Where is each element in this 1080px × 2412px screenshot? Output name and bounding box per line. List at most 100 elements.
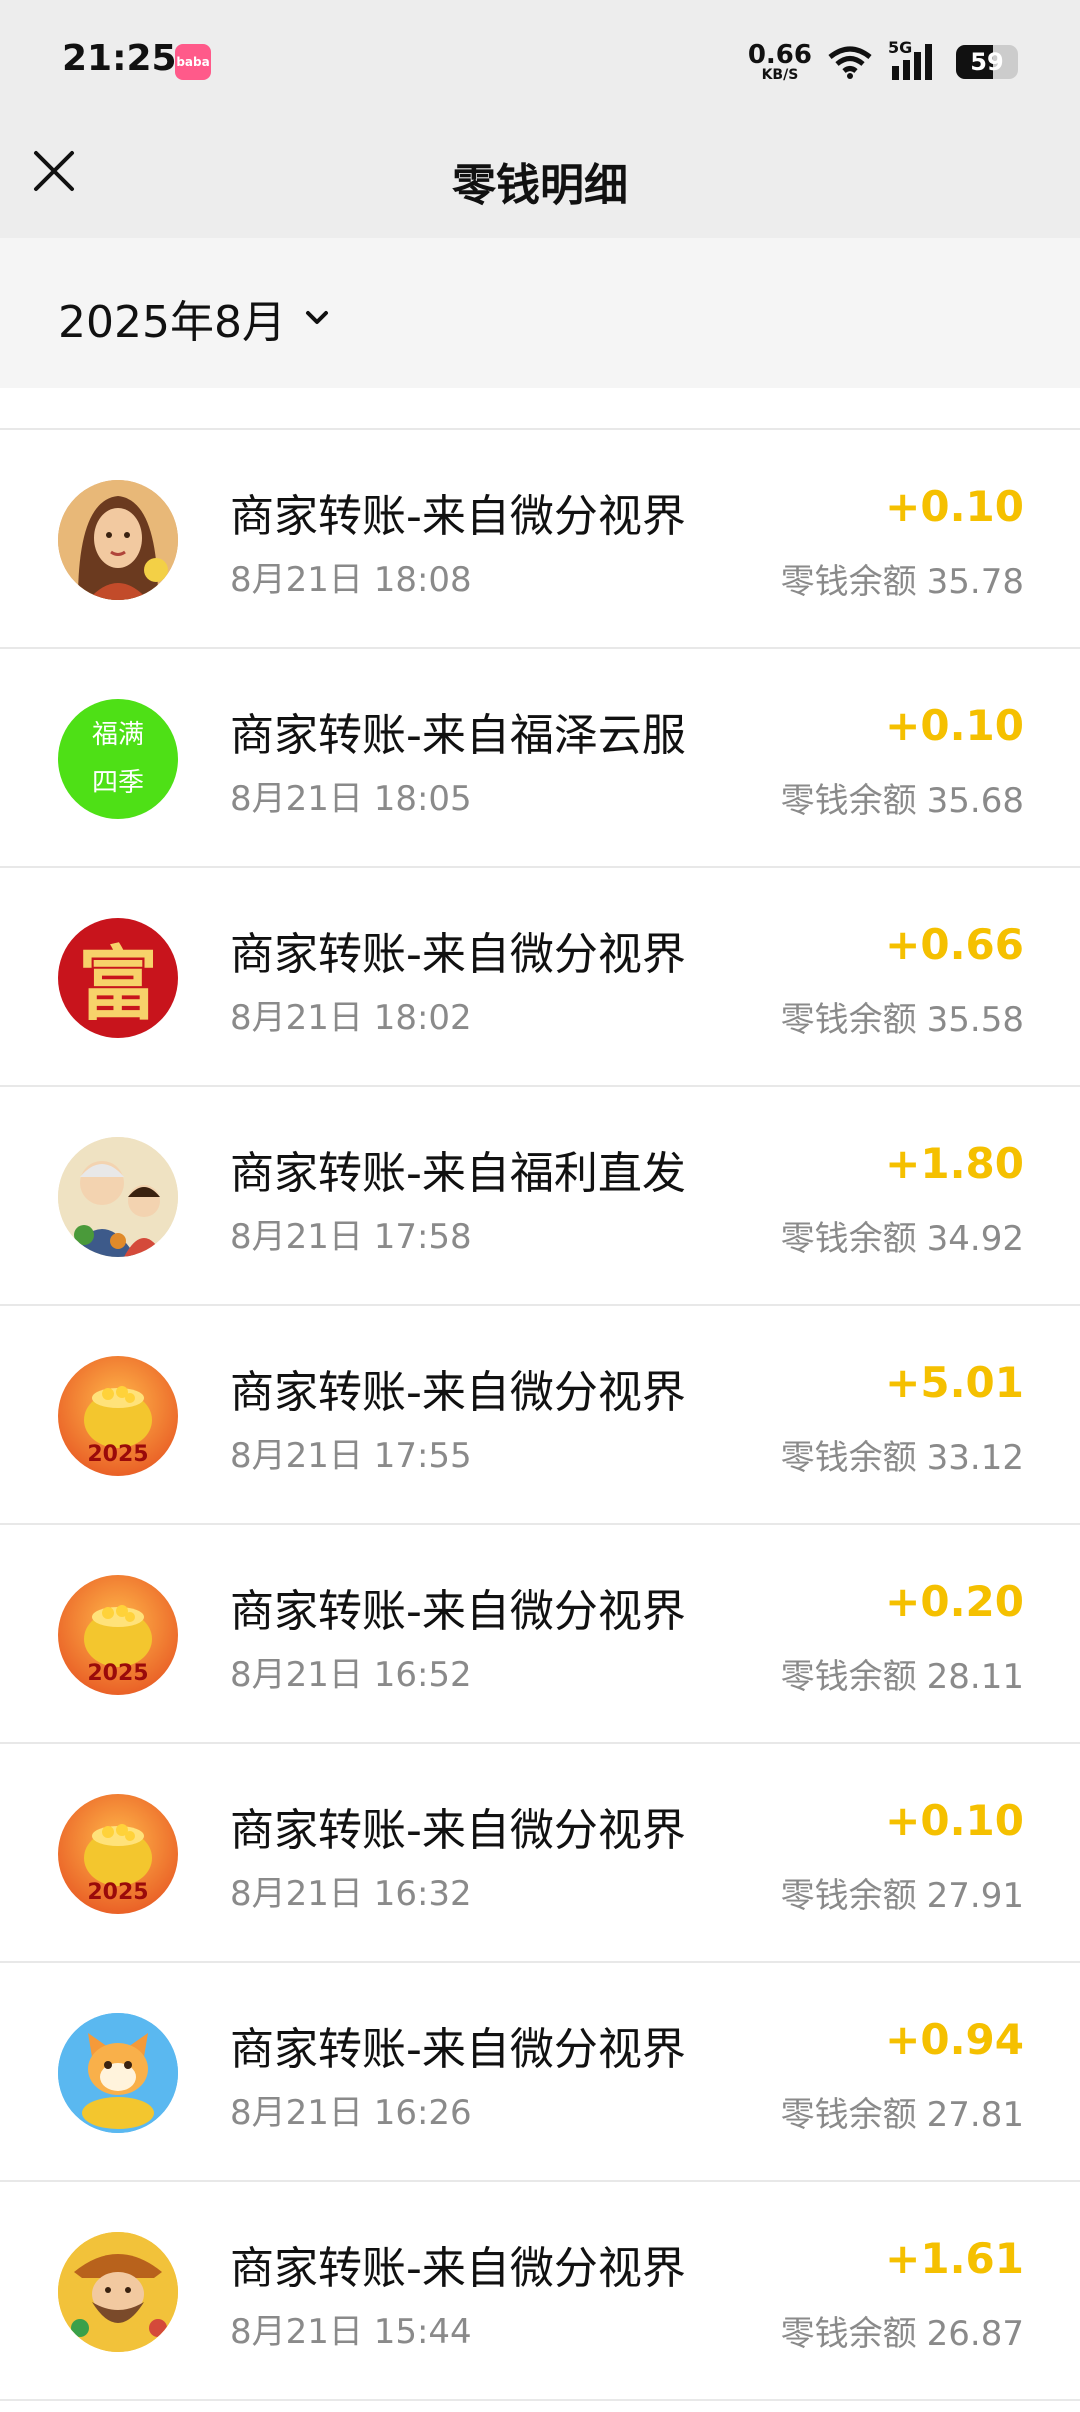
- merchant-avatar: [58, 2232, 178, 2352]
- page-title: 零钱明细: [452, 160, 628, 211]
- balance-info: 零钱余额 35.78: [781, 554, 1024, 603]
- transaction-time: 8月21日 18:05: [230, 779, 472, 819]
- transaction-amount: +1.80: [885, 1139, 1024, 1188]
- month-label: 2025年8月: [58, 297, 286, 348]
- network-speed: 0.66 KB/S: [748, 42, 812, 82]
- avatar-text: 富: [78, 937, 158, 1031]
- transaction-amount: +5.01: [885, 1358, 1024, 1407]
- chevron-down-icon: [305, 311, 328, 324]
- transaction-amount: +0.66: [885, 920, 1024, 969]
- nav-bar: 零钱明细: [0, 125, 1080, 238]
- transaction-amount: +0.10: [885, 701, 1024, 750]
- balance-info: 零钱余额 26.87: [781, 2306, 1024, 2355]
- transaction-amount: +0.20: [885, 1577, 1024, 1626]
- transaction-title: 商家转账-来自微分视界: [230, 1586, 686, 1637]
- grandparent-child-icon: [58, 1137, 178, 1257]
- balance-value: 28.11: [926, 1657, 1024, 1697]
- transaction-amount: +0.10: [885, 1796, 1024, 1845]
- app-notification-icon: baba: [175, 44, 211, 80]
- month-selector[interactable]: 2025年8月: [58, 286, 334, 350]
- balance-info: 零钱余额 34.92: [781, 1211, 1024, 1260]
- signal-bars-icon: [892, 44, 932, 80]
- balance-info: 零钱余额 28.11: [781, 1649, 1024, 1698]
- transaction-row[interactable]: 商家转账-来自微分视界 8月21日 15:44 +1.61 零钱余额 26.87: [0, 2182, 1080, 2401]
- balance-info: 零钱余额 27.91: [781, 1868, 1024, 1917]
- transaction-title: 商家转账-来自微分视界: [230, 491, 686, 542]
- network-speed-value: 0.66: [747, 40, 812, 70]
- balance-value: 34.92: [926, 1219, 1024, 1259]
- avatar-text: 福满四季: [91, 720, 144, 798]
- wifi-icon: [828, 46, 872, 79]
- transaction-row[interactable]: 2025 商家转账-来自微分视界 8月21日 17:55 +5.01 零钱余额 3…: [0, 1306, 1080, 1525]
- balance-label: 零钱余额: [780, 1876, 917, 1916]
- balance-label: 零钱余额: [780, 1000, 917, 1040]
- battery-level: 59: [970, 48, 1004, 76]
- transaction-row[interactable]: 商家转账-来自微分视界 8月21日 18:08 +0.10 零钱余额 35.78: [0, 430, 1080, 649]
- balance-info: 零钱余额 35.58: [781, 992, 1024, 1041]
- transaction-title: 商家转账-来自微分视界: [230, 1805, 686, 1856]
- balance-value: 35.58: [926, 1000, 1024, 1040]
- month-filter-bar: 2025年8月: [0, 238, 1080, 388]
- balance-value: 26.87: [926, 2314, 1024, 2354]
- transaction-row[interactable]: 商家转账-来自福利直发 8月21日 17:58 +1.80 零钱余额 34.92: [0, 1087, 1080, 1306]
- app-badge-label: baba: [176, 55, 210, 69]
- transaction-amount: +1.61: [885, 2234, 1024, 2283]
- bearded-man-icon: [58, 2232, 178, 2352]
- transaction-amount: +0.10: [885, 482, 1024, 531]
- balance-label: 零钱余额: [780, 1219, 917, 1259]
- status-indicators: 0.66 KB/S 5G 59: [748, 38, 1018, 86]
- balance-label: 零钱余额: [780, 781, 917, 821]
- cellular-signal: 5G: [888, 38, 940, 82]
- transaction-title: 商家转账-来自福泽云服: [230, 710, 686, 761]
- balance-info: 零钱余额 35.68: [781, 773, 1024, 822]
- transaction-row[interactable]: 商家转账-来自微分视界 8月21日 16:26 +0.94 零钱余额 27.81: [0, 1963, 1080, 2182]
- transaction-time: 8月21日 16:52: [230, 1655, 472, 1695]
- network-speed-unit: KB/S: [761, 67, 799, 83]
- balance-value: 33.12: [926, 1438, 1024, 1478]
- transaction-amount: +0.94: [885, 2015, 1024, 2064]
- transaction-row[interactable]: 2025 商家转账-来自微分视界 8月21日 16:52 +0.20 零钱余额 2…: [0, 1525, 1080, 1744]
- balance-info: 零钱余额 33.12: [781, 1430, 1024, 1479]
- woman-portrait-icon: [58, 480, 178, 600]
- transaction-title: 商家转账-来自微分视界: [230, 929, 686, 980]
- transaction-time: 8月21日 17:55: [230, 1436, 472, 1476]
- balance-label: 零钱余额: [780, 1438, 917, 1478]
- balance-value: 35.78: [926, 562, 1024, 602]
- merchant-avatar: 富: [58, 918, 178, 1038]
- status-time: 21:25: [62, 38, 177, 79]
- merchant-avatar: [58, 1137, 178, 1257]
- transaction-time: 8月21日 18:02: [230, 998, 472, 1038]
- balance-label: 零钱余额: [780, 562, 917, 602]
- merchant-avatar: 福满四季: [58, 699, 178, 819]
- balance-label: 零钱余额: [780, 2314, 917, 2354]
- transaction-row[interactable]: 2025 商家转账-来自微分视界 8月21日 16:32 +0.10 零钱余额 2…: [0, 1744, 1080, 1963]
- avatar-text: 2025: [87, 1661, 149, 1686]
- transaction-title: 商家转账-来自福利直发: [230, 1148, 686, 1199]
- balance-value: 27.81: [926, 2095, 1024, 2135]
- balance-info: 零钱余额 27.81: [781, 2087, 1024, 2136]
- transaction-time: 8月21日 18:08: [230, 560, 472, 600]
- merchant-avatar: [58, 480, 178, 600]
- transaction-time: 8月21日 16:32: [230, 1874, 472, 1914]
- transaction-time: 8月21日 15:44: [230, 2312, 472, 2352]
- battery-icon: 59: [956, 45, 1018, 79]
- avatar-text: 2025: [87, 1880, 149, 1905]
- lucky-cat-icon: [58, 2013, 178, 2133]
- transaction-title: 商家转账-来自微分视界: [230, 2243, 686, 2294]
- merchant-avatar: 2025: [58, 1575, 178, 1695]
- balance-label: 零钱余额: [780, 2095, 917, 2135]
- balance-value: 27.91: [926, 1876, 1024, 1916]
- balance-label: 零钱余额: [780, 1657, 917, 1697]
- transaction-list: 商家转账-来自微分视界 8月21日 18:08 +0.10 零钱余额 35.78 …: [0, 430, 1080, 2401]
- status-bar: 21:25 baba 0.66 KB/S 5G 59: [0, 0, 1080, 125]
- balance-value: 35.68: [926, 781, 1024, 821]
- transaction-title: 商家转账-来自微分视界: [230, 2024, 686, 2075]
- avatar-text: 2025: [87, 1442, 149, 1467]
- transaction-row[interactable]: 富 商家转账-来自微分视界 8月21日 18:02 +0.66 零钱余额 35.5…: [0, 868, 1080, 1087]
- merchant-avatar: 2025: [58, 1794, 178, 1914]
- merchant-avatar: 2025: [58, 1356, 178, 1476]
- merchant-avatar: [58, 2013, 178, 2133]
- transaction-title: 商家转账-来自微分视界: [230, 1367, 686, 1418]
- transaction-row[interactable]: 福满四季 商家转账-来自福泽云服 8月21日 18:05 +0.10 零钱余额 3…: [0, 649, 1080, 868]
- transaction-time: 8月21日 17:58: [230, 1217, 472, 1257]
